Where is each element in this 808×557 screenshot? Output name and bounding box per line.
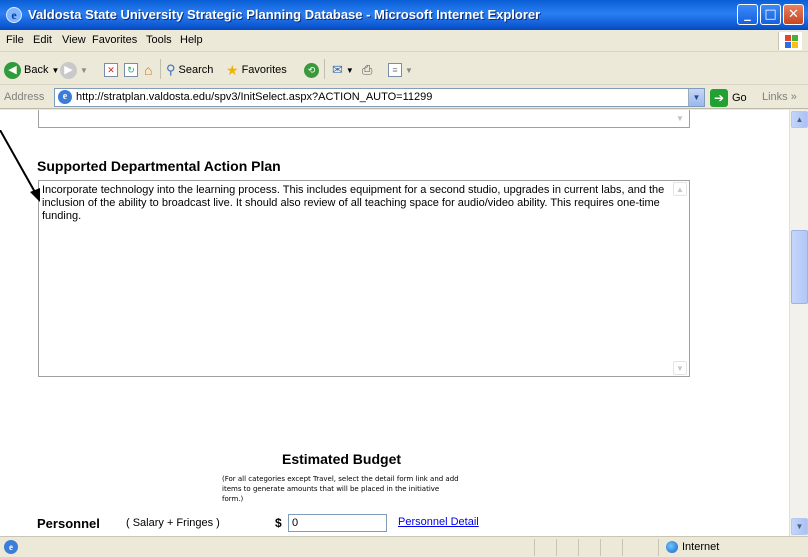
toolbar-separator <box>324 59 325 79</box>
search-button[interactable]: ⚲ Search <box>166 61 213 79</box>
back-label: Back <box>24 64 49 76</box>
print-button[interactable]: ⎙ <box>362 61 372 79</box>
personnel-label: Personnel <box>37 516 100 531</box>
previous-textarea[interactable]: ▼ <box>38 110 690 128</box>
mail-dropdown-icon[interactable]: ▼ <box>346 66 354 75</box>
go-button[interactable]: ➔ Go <box>710 88 747 107</box>
maximize-button[interactable]: □ <box>760 4 781 25</box>
mail-button[interactable]: ✉ ▼ <box>332 61 354 79</box>
print-icon: ⎙ <box>362 62 373 77</box>
personnel-sublabel: ( Salary + Fringes ) <box>126 517 220 529</box>
forward-dropdown-icon[interactable]: ▼ <box>80 66 88 75</box>
mail-icon: ✉ <box>332 62 343 77</box>
toolbar: ◀ Back ▼ ▶ ▼ ✕ ↻ ⌂ ⚲ Search ★ Favorites … <box>0 53 808 85</box>
search-label: Search <box>178 64 214 76</box>
scroll-up-icon[interactable]: ▲ <box>673 182 687 196</box>
menu-bar: File Edit View Favorites Tools Help <box>0 30 808 52</box>
page-scroll-down-icon[interactable]: ▼ <box>791 518 808 535</box>
favorites-star-icon: ★ <box>226 61 239 78</box>
stop-icon: ✕ <box>104 63 118 77</box>
edit-page-icon: ≡ <box>388 63 402 77</box>
forward-button[interactable]: ▶ ▼ <box>60 61 88 79</box>
refresh-button[interactable]: ↻ <box>124 61 138 79</box>
minimize-button[interactable]: _ <box>737 4 758 25</box>
budget-note: (For all categories except Travel, selec… <box>222 475 459 503</box>
internet-globe-icon <box>666 541 678 553</box>
history-button[interactable]: ⟲ <box>304 61 319 79</box>
address-dropdown-icon[interactable]: ▼ <box>688 89 704 106</box>
window-title: Valdosta State University Strategic Plan… <box>28 7 541 22</box>
toolbar-separator <box>160 59 161 79</box>
status-page-icon: e <box>4 540 18 554</box>
budget-title: Estimated Budget <box>282 451 402 467</box>
go-label: Go <box>732 91 747 104</box>
page-scroll-thumb[interactable] <box>791 230 808 304</box>
menu-help[interactable]: Help <box>180 34 203 46</box>
links-toolbar[interactable]: Links » <box>762 91 797 103</box>
page-icon: e <box>58 90 72 104</box>
scroll-down-icon[interactable]: ▼ <box>673 112 687 126</box>
action-plan-textarea[interactable]: Incorporate technology into the learning… <box>38 180 690 377</box>
menu-favorites[interactable]: Favorites <box>92 34 137 46</box>
back-button[interactable]: ◀ Back ▼ <box>4 61 59 79</box>
stop-button[interactable]: ✕ <box>104 61 118 79</box>
menu-view[interactable]: View <box>62 34 86 46</box>
scroll-down-icon[interactable]: ▼ <box>673 361 687 375</box>
address-label: Address <box>4 91 45 103</box>
address-input[interactable]: e http://stratplan.valdosta.edu/spv3/Ini… <box>54 88 705 107</box>
menu-file[interactable]: File <box>6 34 24 46</box>
forward-arrow-icon: ▶ <box>60 61 77 79</box>
browser-window: e Valdosta State University Strategic Pl… <box>0 0 808 557</box>
ie-icon: e <box>6 7 22 23</box>
menu-edit[interactable]: Edit <box>33 34 52 46</box>
back-arrow-icon: ◀ <box>4 61 21 79</box>
section-heading: Supported Departmental Action Plan <box>37 158 281 174</box>
address-bar: Address e http://stratplan.valdosta.edu/… <box>0 86 808 109</box>
personnel-amount-input[interactable]: 0 <box>288 514 387 532</box>
personnel-detail-link[interactable]: Personnel Detail <box>398 516 479 528</box>
page-scrollbar[interactable]: ▲ ▼ <box>789 110 808 536</box>
status-divider <box>658 539 659 556</box>
close-button[interactable]: ✕ <box>783 4 804 25</box>
textarea-scrollbar[interactable]: ▲ ▼ <box>672 182 688 375</box>
page-scroll-up-icon[interactable]: ▲ <box>791 111 808 128</box>
links-label: Links <box>762 91 788 103</box>
favorites-button[interactable]: ★ Favorites <box>226 61 287 79</box>
status-divider <box>578 539 579 556</box>
address-url[interactable]: http://stratplan.valdosta.edu/spv3/InitS… <box>76 91 432 103</box>
status-bar: e Internet <box>0 536 808 557</box>
home-icon: ⌂ <box>144 62 153 78</box>
action-plan-text[interactable]: Incorporate technology into the learning… <box>42 184 670 223</box>
edit-dropdown-icon[interactable]: ▼ <box>405 66 413 75</box>
history-icon: ⟲ <box>304 62 319 78</box>
personnel-row: Personnel ( Salary + Fringes ) $ 0 Perso… <box>37 514 737 534</box>
back-dropdown-icon[interactable]: ▼ <box>51 66 59 75</box>
title-bar: e Valdosta State University Strategic Pl… <box>0 0 808 30</box>
page-content: ▼ Supported Departmental Action Plan Inc… <box>0 110 789 536</box>
search-icon: ⚲ <box>166 62 176 77</box>
security-zone: Internet <box>666 541 719 553</box>
status-divider <box>622 539 623 556</box>
go-arrow-icon: ➔ <box>710 88 728 107</box>
currency-symbol: $ <box>275 516 282 530</box>
status-divider <box>600 539 601 556</box>
menu-tools[interactable]: Tools <box>146 34 172 46</box>
status-divider <box>534 539 535 556</box>
home-button[interactable]: ⌂ <box>144 61 152 79</box>
status-divider <box>556 539 557 556</box>
refresh-icon: ↻ <box>124 63 138 77</box>
favorites-label: Favorites <box>241 64 287 76</box>
windows-logo-icon <box>778 32 802 50</box>
zone-label: Internet <box>682 541 720 553</box>
edit-button[interactable]: ≡ ▼ <box>388 61 413 79</box>
